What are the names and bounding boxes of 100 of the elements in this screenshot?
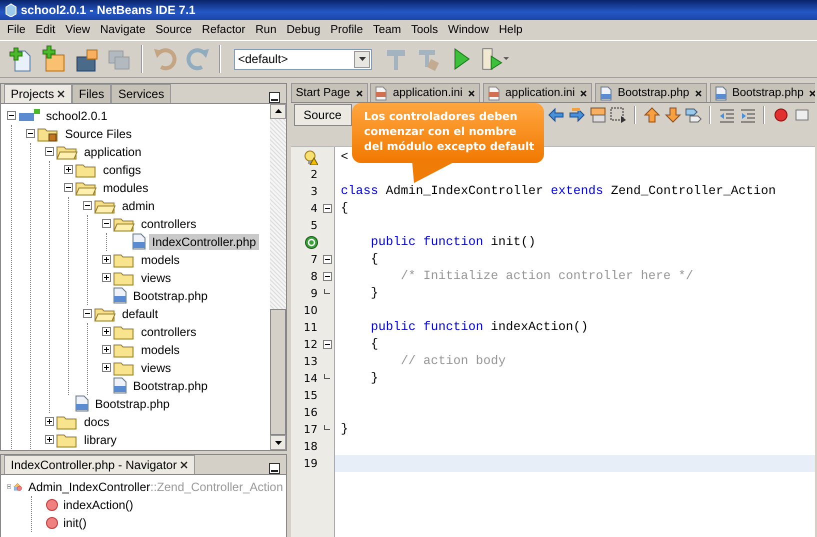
fold-toggle-icon[interactable] xyxy=(322,272,332,281)
menu-item[interactable]: Profile xyxy=(325,20,368,40)
tree-toggle-icon[interactable] xyxy=(6,482,11,491)
tree-toggle-icon[interactable] xyxy=(102,255,110,264)
tree-item[interactable]: Bootstrap.php xyxy=(130,378,211,394)
tree-toggle-icon[interactable] xyxy=(44,435,54,444)
line-number: 2 xyxy=(310,167,318,183)
editor-tab[interactable]: Start Page xyxy=(290,83,368,102)
fold-toggle-icon[interactable] xyxy=(322,255,332,264)
open-folder-icon xyxy=(94,198,116,214)
method-item[interactable]: init() xyxy=(60,514,90,530)
line-number: 8 xyxy=(310,269,318,285)
record-icon[interactable] xyxy=(772,106,790,124)
menu-item[interactable]: Window xyxy=(442,20,494,40)
close-icon[interactable] xyxy=(56,90,65,98)
menu-item[interactable]: Refactor xyxy=(196,20,250,40)
tree-item[interactable]: Bootstrap.php xyxy=(130,288,211,304)
method-icon xyxy=(46,498,58,510)
tree-toggle-icon[interactable] xyxy=(6,111,16,120)
shape-icon[interactable] xyxy=(684,106,702,124)
menu-item[interactable]: Team xyxy=(368,20,406,40)
menu-item[interactable]: Source xyxy=(150,20,197,40)
menu-item[interactable]: Run xyxy=(250,20,282,40)
forward-icon[interactable] xyxy=(568,106,586,124)
line-number: 3 xyxy=(310,184,318,200)
folder-icon xyxy=(113,342,136,358)
panel-tab[interactable]: Projects xyxy=(4,84,72,103)
minimize-icon[interactable] xyxy=(271,470,278,473)
toggle-highlight-icon[interactable] xyxy=(588,106,607,124)
editor-tab[interactable]: Bootstrap.php xyxy=(710,83,815,102)
close-icon[interactable] xyxy=(468,90,476,96)
tree-item[interactable]: docs xyxy=(81,414,112,430)
back-icon[interactable] xyxy=(547,106,566,124)
tree-item[interactable]: views xyxy=(138,270,174,286)
tree-item[interactable]: models xyxy=(138,342,183,358)
fold-toggle-icon[interactable] xyxy=(322,340,332,349)
tree-item[interactable]: controllers xyxy=(138,324,200,340)
tree-item[interactable]: modules xyxy=(100,180,152,196)
menu-item[interactable]: Help xyxy=(494,20,528,40)
menu-item[interactable]: View xyxy=(60,20,96,40)
tree-toggle-icon[interactable] xyxy=(102,363,110,372)
tree-toggle-icon[interactable] xyxy=(102,345,110,354)
close-icon[interactable] xyxy=(580,90,588,96)
menu-item[interactable]: Navigate xyxy=(95,20,150,40)
tree-toggle-icon[interactable] xyxy=(102,327,110,336)
panel-tab[interactable]: IndexController.php - Navigator xyxy=(4,454,195,474)
close-icon[interactable] xyxy=(694,90,702,96)
selection-icon[interactable] xyxy=(609,106,628,124)
tree-item[interactable]: configs xyxy=(100,162,144,178)
tree-item[interactable]: Bootstrap.php xyxy=(92,396,173,412)
line-number: 17 xyxy=(302,422,318,438)
close-icon[interactable] xyxy=(180,460,188,469)
tree-item[interactable]: application xyxy=(81,144,144,160)
menu-item[interactable]: Tools xyxy=(406,20,443,40)
scroll-down-icon[interactable] xyxy=(274,440,282,445)
tree-item[interactable]: IndexController.php xyxy=(149,234,260,250)
tree-toggle-icon[interactable] xyxy=(102,273,110,282)
panel-tab[interactable]: Files xyxy=(72,84,112,103)
shift-down-icon[interactable] xyxy=(664,106,682,124)
menu-item[interactable]: File xyxy=(2,20,31,40)
tree-item[interactable]: models xyxy=(138,252,183,268)
editor-tab[interactable]: application.ini xyxy=(370,83,480,102)
close-icon[interactable] xyxy=(809,90,815,96)
line-number: 14 xyxy=(302,371,318,387)
fold-toggle-icon[interactable] xyxy=(322,204,332,213)
tree-toggle-icon[interactable] xyxy=(64,165,72,174)
tree-toggle-icon[interactable] xyxy=(102,219,110,228)
tree-item[interactable]: admin xyxy=(119,198,158,214)
config-dropdown[interactable]: <default> xyxy=(234,48,372,70)
tree-toggle-icon[interactable] xyxy=(26,129,34,138)
tree-item[interactable]: controllers xyxy=(138,216,200,232)
menu-item[interactable]: Edit xyxy=(30,20,60,40)
menu-item[interactable]: Debug xyxy=(281,20,326,40)
code-line: // action body xyxy=(400,354,506,368)
method-item[interactable]: indexAction() xyxy=(60,496,136,512)
tree-toggle-icon[interactable] xyxy=(82,309,92,318)
class-name[interactable]: Admin_IndexController::Zend_Controller_Action xyxy=(25,478,286,494)
tree-item[interactable]: views xyxy=(138,360,174,376)
scroll-up-icon[interactable] xyxy=(274,109,282,114)
tree-item[interactable]: school2.0.1 xyxy=(43,108,110,124)
tree-toggle-icon[interactable] xyxy=(64,183,72,192)
open-folder-icon xyxy=(56,144,78,160)
source-view-button[interactable]: Source xyxy=(294,104,352,126)
editor-tab[interactable]: Bootstrap.php xyxy=(595,83,707,102)
php-file-icon xyxy=(75,395,90,412)
tree-toggle-icon[interactable] xyxy=(44,147,54,156)
tree-item[interactable]: library xyxy=(81,432,120,448)
tree-toggle-icon[interactable] xyxy=(82,201,92,210)
caret-icon xyxy=(358,57,366,61)
scrollbar-thumb[interactable] xyxy=(270,308,286,436)
shift-up-icon[interactable] xyxy=(642,106,661,124)
tree-item[interactable]: Source Files xyxy=(62,126,135,142)
line-number: 15 xyxy=(302,388,318,404)
tree-item[interactable]: default xyxy=(119,306,162,322)
editor-tab[interactable]: application.ini xyxy=(482,83,592,102)
panel-tab[interactable]: Services xyxy=(111,84,172,103)
tree-toggle-icon[interactable] xyxy=(44,417,54,426)
method-icon xyxy=(46,516,58,528)
minimize-icon[interactable] xyxy=(271,99,278,102)
close-icon[interactable] xyxy=(356,90,363,96)
